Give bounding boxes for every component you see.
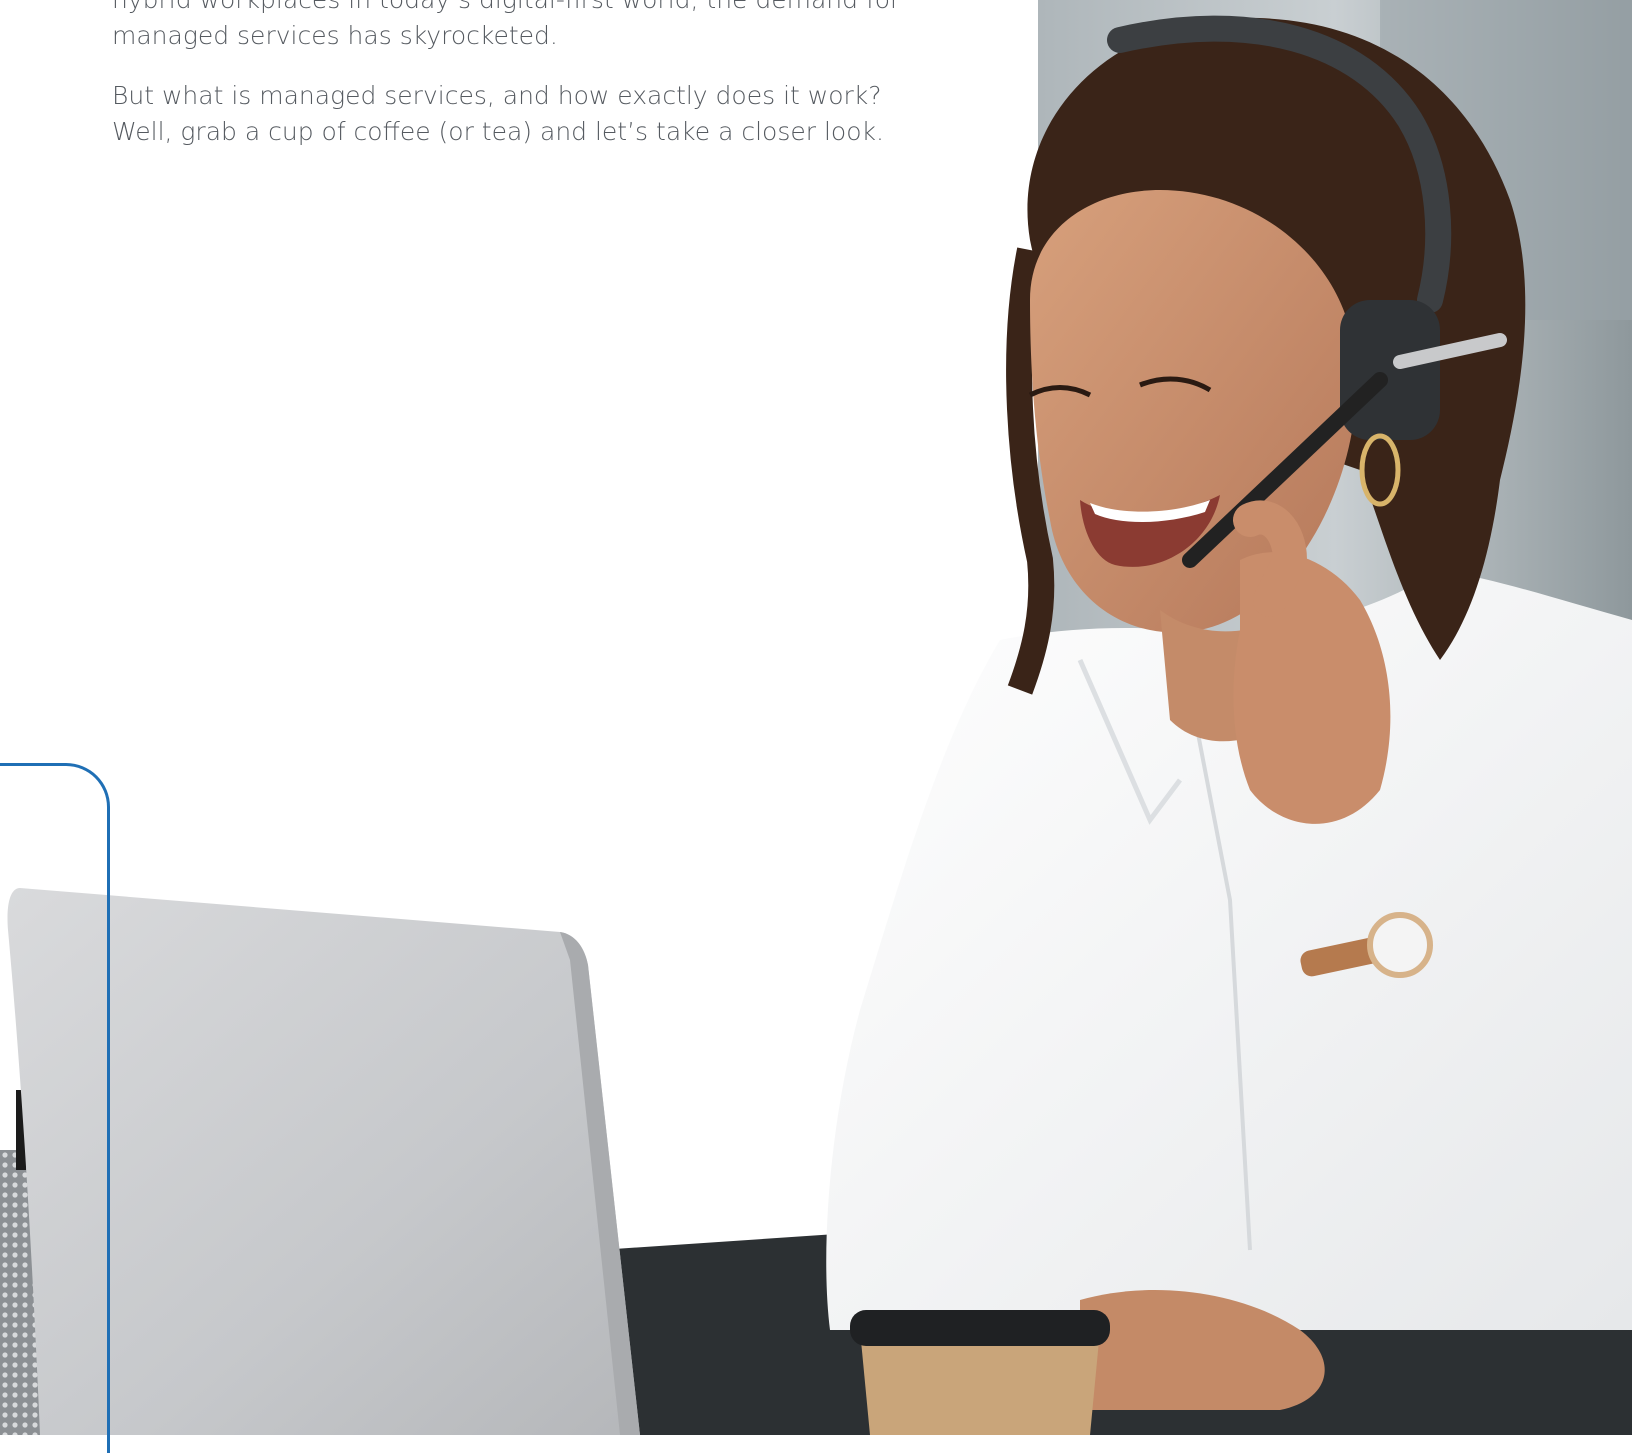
headset-earpiece [1340,300,1440,440]
watch-face [1367,912,1433,978]
hero-photo [0,0,1632,1435]
accent-line [0,763,110,1453]
